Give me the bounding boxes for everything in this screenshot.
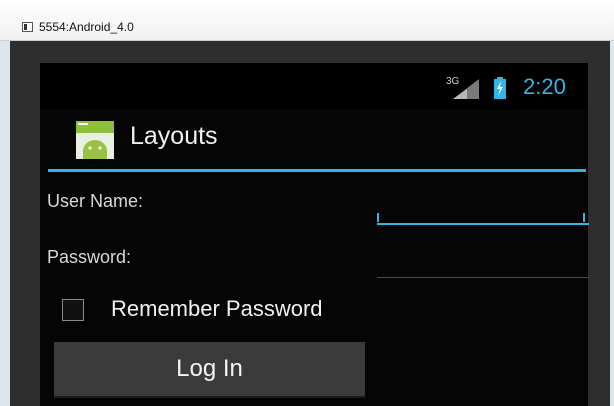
window-title: 5554:Android_4.0 bbox=[39, 20, 134, 34]
emulator-window-icon bbox=[22, 22, 33, 32]
username-field-focus-marks bbox=[377, 213, 585, 222]
app-title: Layouts bbox=[130, 122, 218, 150]
emulator-window: 5554:Android_4.0 3G 2:20 Layouts User Na… bbox=[0, 0, 614, 406]
window-titlebar[interactable]: 5554:Android_4.0 bbox=[0, 0, 614, 41]
action-bar: Layouts bbox=[40, 109, 588, 169]
status-clock: 2:20 bbox=[523, 74, 566, 99]
status-bar: 3G 2:20 bbox=[40, 63, 588, 109]
username-label: User Name: bbox=[47, 191, 144, 211]
login-button[interactable]: Log In bbox=[54, 342, 365, 398]
signal-3g-icon: 3G bbox=[446, 76, 479, 99]
password-label: Password: bbox=[47, 247, 132, 267]
android-screen: 3G 2:20 Layouts User Name: Password: Rem… bbox=[40, 63, 589, 406]
action-bar-divider bbox=[48, 169, 586, 172]
remember-password-label[interactable]: Remember Password bbox=[111, 296, 323, 322]
battery-charging-icon bbox=[494, 77, 506, 99]
password-field[interactable] bbox=[377, 249, 589, 278]
network-type-label: 3G bbox=[446, 76, 460, 87]
android-app-icon[interactable] bbox=[76, 121, 114, 159]
remember-password-checkbox[interactable] bbox=[62, 299, 84, 321]
